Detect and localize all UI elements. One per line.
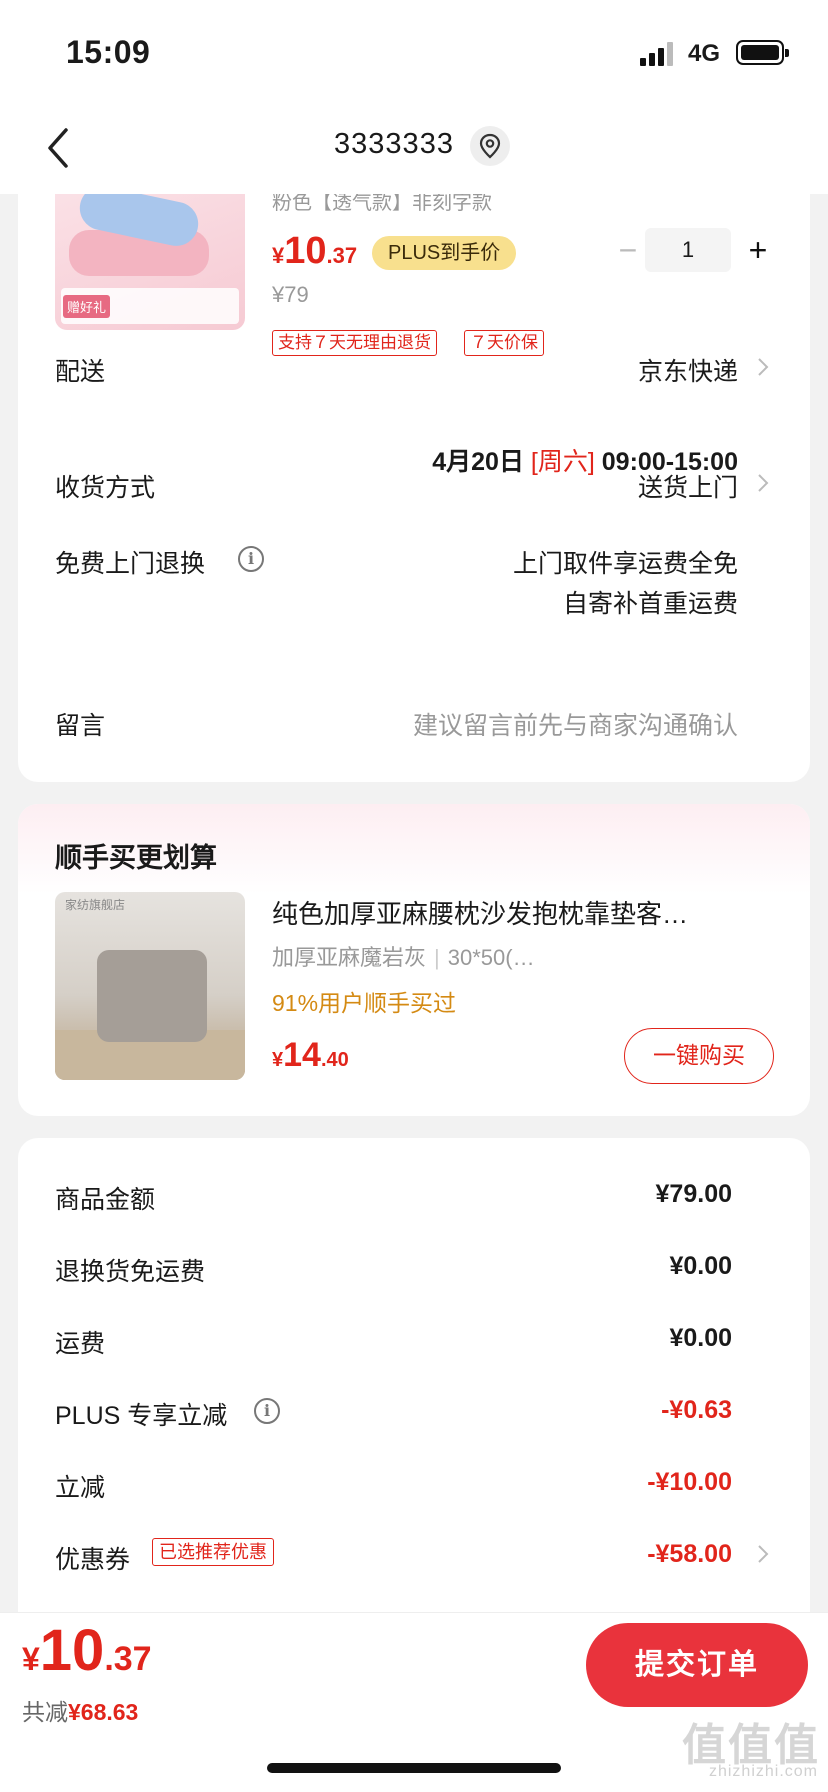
fee-label-goods: 商品金额 xyxy=(55,1186,156,1214)
return-policy-tag: 支持７天无理由退货 xyxy=(272,330,437,356)
product-image[interactable]: 赠好礼 xyxy=(55,194,245,330)
fee-value-discount: -¥10.00 xyxy=(647,1468,732,1496)
quantity-decrease-button[interactable]: − xyxy=(606,228,650,272)
nav-bar: 3333333 xyxy=(0,100,828,194)
fee-label-shipping: 运费 xyxy=(55,1330,106,1358)
bottom-bar: ¥10.37 共减¥68.63 提交订单 值值值 zhizhizhi.com xyxy=(0,1612,828,1792)
quantity-input[interactable]: 1 xyxy=(645,228,731,272)
fee-label-discount: 立减 xyxy=(55,1474,106,1502)
chevron-right-icon[interactable] xyxy=(756,472,770,494)
free-return-line1: 上门取件享运费全免 xyxy=(512,550,738,578)
fee-value-coupon[interactable]: -¥58.00 xyxy=(647,1540,732,1569)
addon-title: 顺手买更划算 xyxy=(55,843,217,873)
fee-label-plus: PLUS 专享立减 xyxy=(55,1402,228,1430)
quantity-increase-button[interactable]: + xyxy=(736,228,780,272)
fee-label-return: 退换货免运费 xyxy=(55,1258,206,1286)
chevron-right-icon[interactable] xyxy=(756,356,770,378)
info-icon[interactable]: i xyxy=(254,1398,280,1424)
free-return-label: 免费上门退换 xyxy=(55,550,206,578)
addon-name[interactable]: 纯色加厚亚麻腰枕沙发抱枕靠垫客… xyxy=(272,894,772,931)
delivery-carrier[interactable]: 京东快递 xyxy=(638,352,738,388)
status-time: 15:09 xyxy=(66,34,151,70)
network-type: 4G xyxy=(688,40,721,67)
delivery-label: 配送 xyxy=(55,358,106,386)
addon-price: ¥14.40 xyxy=(272,1036,349,1074)
fee-summary-card: 商品金额 ¥79.00 退换货免运费 ¥0.00 运费 ¥0.00 PLUS 专… xyxy=(18,1138,810,1638)
addon-spec: 加厚亚麻魔岩灰 | 30*50(… xyxy=(272,945,535,970)
product-variant: 粉色【透气款】非刻字款 xyxy=(272,194,492,214)
order-info-card: 赠好礼 粉色【透气款】非刻字款 ¥10.37 PLUS到手价 ¥79 − 1 +… xyxy=(18,194,810,782)
signal-icon xyxy=(640,42,676,66)
receive-method-value[interactable]: 送货上门 xyxy=(638,468,738,504)
addon-card: 顺手买更划算 家纺旗舰店 纯色加厚亚麻腰枕沙发抱枕靠垫客… 加厚亚麻魔岩灰 | 30… xyxy=(18,804,810,1116)
plus-price-badge: PLUS到手价 xyxy=(372,236,517,270)
chevron-right-icon[interactable] xyxy=(756,1543,770,1565)
page-title: 3333333 xyxy=(334,128,454,160)
total-saved: 共减¥68.63 xyxy=(22,1699,139,1725)
battery-icon xyxy=(736,40,789,65)
receive-method-label: 收货方式 xyxy=(55,474,156,502)
fee-label-coupon: 优惠券 xyxy=(55,1546,131,1574)
fee-value-shipping: ¥0.00 xyxy=(669,1324,732,1352)
watermark-url: zhizhizhi.com xyxy=(708,1763,818,1780)
addon-buyers: 91%用户顺手买过 xyxy=(272,990,457,1016)
fee-value-plus: -¥0.63 xyxy=(661,1396,732,1424)
fee-value-return: ¥0.00 xyxy=(669,1252,732,1280)
price-protect-tag: ７天价保 xyxy=(464,330,544,356)
message-input[interactable]: 建议留言前先与商家沟通确认 xyxy=(413,706,738,742)
location-pin-icon[interactable] xyxy=(470,126,510,166)
one-click-buy-button[interactable]: 一键购买 xyxy=(624,1028,774,1084)
original-price: ¥79 xyxy=(272,282,309,307)
addon-image[interactable]: 家纺旗舰店 xyxy=(55,892,245,1080)
fee-value-goods: ¥79.00 xyxy=(655,1180,732,1208)
free-return-line2: 自寄补首重运费 xyxy=(562,590,738,618)
total-price: ¥10.37 xyxy=(22,1618,152,1683)
message-label: 留言 xyxy=(55,712,106,740)
info-icon[interactable]: i xyxy=(238,546,264,572)
coupon-tag: 已选推荐优惠 xyxy=(152,1538,274,1566)
product-price: ¥10.37 xyxy=(272,230,358,272)
submit-order-button[interactable]: 提交订单 xyxy=(586,1623,808,1707)
home-indicator[interactable] xyxy=(267,1763,561,1773)
status-bar: 15:09 4G xyxy=(0,0,828,100)
